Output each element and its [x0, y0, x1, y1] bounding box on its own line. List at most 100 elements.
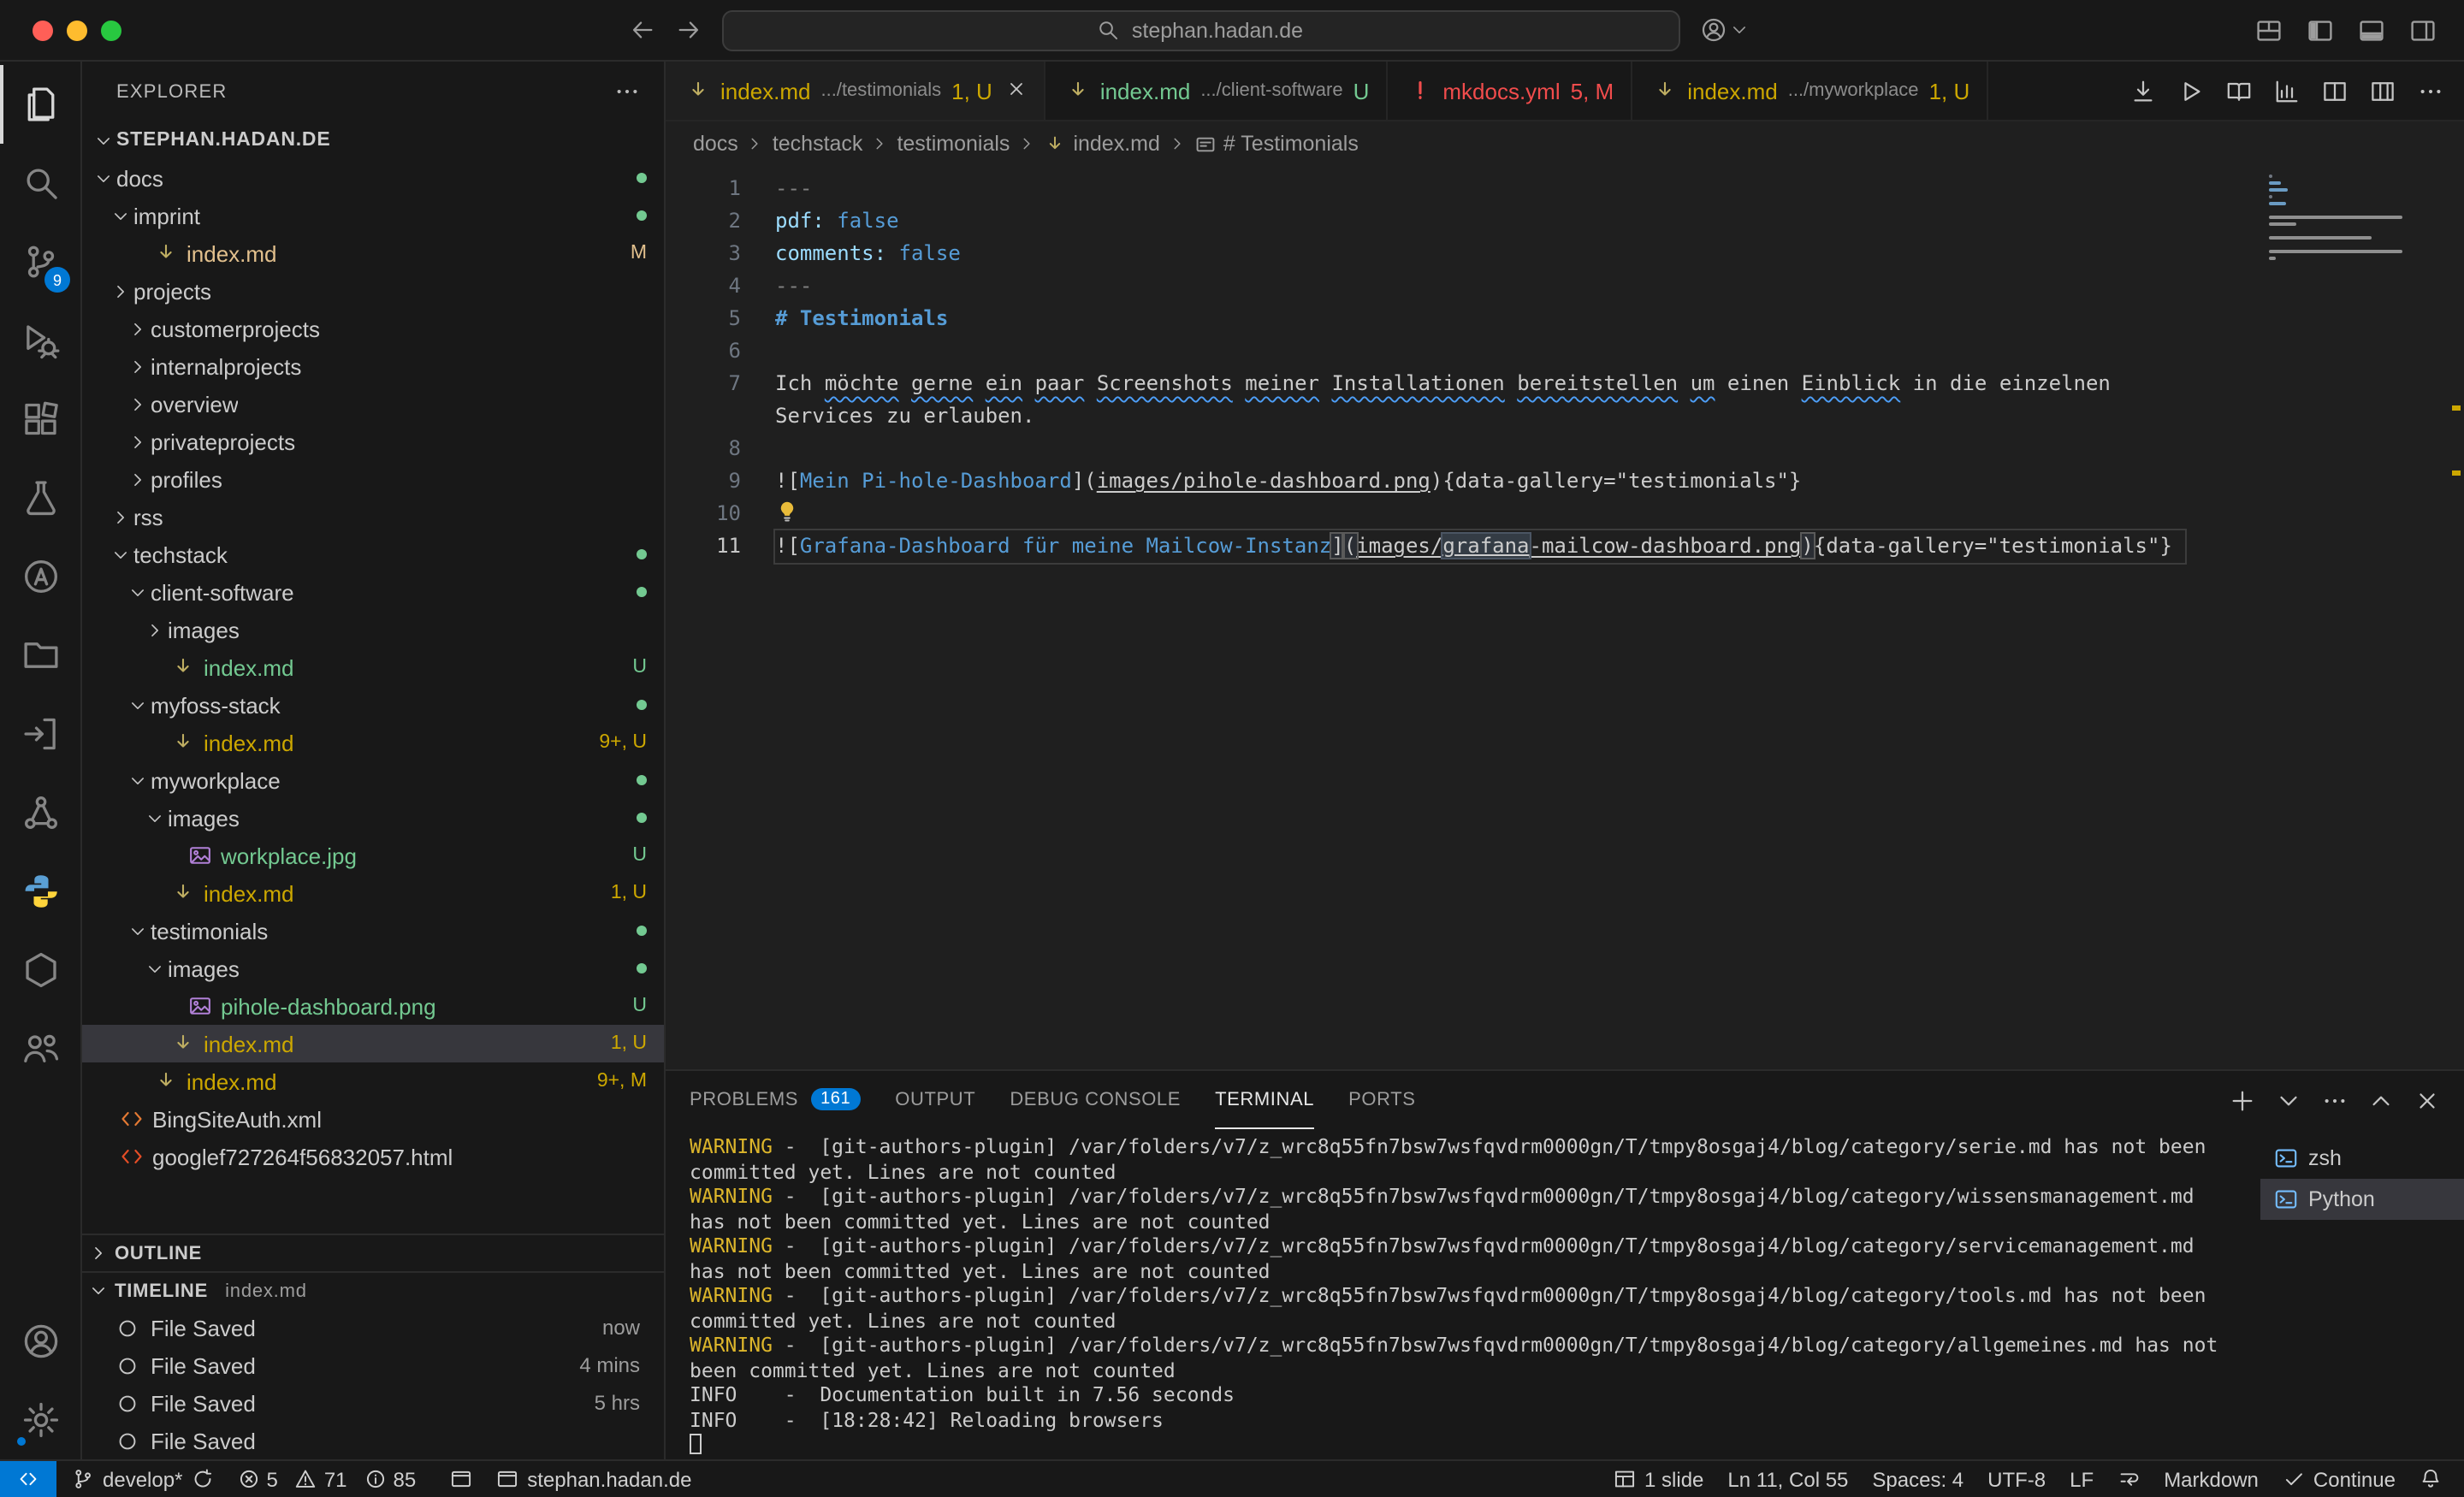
open-preview-icon[interactable]	[2226, 78, 2252, 104]
outline-section-header[interactable]: OUTLINE	[82, 1234, 664, 1271]
activity-item-remote-explorer[interactable]	[0, 695, 80, 773]
tab-mkdocs.yml[interactable]: mkdocs.yml5, M	[1388, 62, 1632, 120]
timeline-section-header[interactable]: TIMELINE index.md	[82, 1271, 664, 1309]
activity-item-testing[interactable]	[0, 459, 80, 537]
tree-item[interactable]: imprint	[82, 197, 664, 234]
status-cursor-position[interactable]: Ln 11, Col 55	[1715, 1461, 1860, 1497]
tree-item[interactable]: myfoss-stack	[82, 686, 664, 724]
status-encoding[interactable]: UTF-8	[1975, 1461, 2058, 1497]
status-problems-summary[interactable]: 57185	[225, 1461, 438, 1497]
code-line[interactable]: 6	[666, 335, 2255, 368]
code-line[interactable]: 8	[666, 433, 2255, 465]
maximize-panel-button[interactable]	[2368, 1087, 2394, 1113]
close-panel-button[interactable]	[2414, 1087, 2440, 1113]
tree-item[interactable]: internalprojects	[82, 347, 664, 385]
close-icon[interactable]	[1006, 78, 1027, 104]
tree-item[interactable]: testimonials	[82, 912, 664, 950]
tree-item[interactable]: googlef727264f56832057.html	[82, 1138, 664, 1175]
status-editor-indicator[interactable]	[438, 1461, 484, 1497]
minimap[interactable]	[2255, 166, 2447, 1069]
code-area[interactable]: 1---2pdf: false3comments: false4---5# Te…	[666, 166, 2255, 1069]
tree-item[interactable]: images	[82, 611, 664, 648]
customize-layout-icon[interactable]	[2255, 16, 2283, 44]
tree-item[interactable]: index.md1, U	[82, 1025, 664, 1062]
activity-item-python[interactable]	[0, 852, 80, 931]
status-remote-indicator[interactable]	[0, 1461, 56, 1497]
breadcrumb-item[interactable]: index.md	[1044, 132, 1159, 156]
breadcrumb-item[interactable]: # Testimonials	[1194, 132, 1359, 156]
profile-menu[interactable]	[1700, 17, 1748, 43]
tree-item[interactable]: index.mdU	[82, 648, 664, 686]
terminal-instance-zsh[interactable]: zsh	[2260, 1138, 2464, 1179]
tree-item[interactable]: profiles	[82, 460, 664, 498]
more-actions-icon[interactable]	[614, 79, 640, 104]
activity-item-organization[interactable]	[0, 773, 80, 852]
lightbulb-icon[interactable]	[775, 500, 799, 524]
timeline-item[interactable]: File Saved	[82, 1422, 664, 1459]
status-language-mode[interactable]: Markdown	[2152, 1461, 2271, 1497]
activity-item-docker[interactable]	[0, 931, 80, 1009]
activity-item-search[interactable]	[0, 144, 80, 222]
more-actions-icon[interactable]	[2418, 78, 2443, 104]
activity-item-source-control[interactable]: 9	[0, 222, 80, 301]
activity-item-extensions[interactable]	[0, 380, 80, 459]
timeline-item[interactable]: File Saved4 mins	[82, 1346, 664, 1384]
tree-item[interactable]: myworkplace	[82, 761, 664, 799]
overview-ruler[interactable]	[2447, 166, 2464, 1069]
activity-item-run-and-debug[interactable]	[0, 301, 80, 380]
timeline-item[interactable]: File Saved5 hrs	[82, 1384, 664, 1422]
tree-item[interactable]: images	[82, 799, 664, 837]
status-word-wrap-indicator[interactable]	[2106, 1461, 2152, 1497]
tree-item[interactable]: index.md9+, M	[82, 1062, 664, 1100]
editor[interactable]: 1---2pdf: false3comments: false4---5# Te…	[666, 166, 2464, 1069]
breadcrumb-item[interactable]: techstack	[773, 132, 863, 156]
timeline-item[interactable]: File Savednow	[82, 1309, 664, 1346]
tree-item[interactable]: docs	[82, 159, 664, 197]
activity-item-accounts[interactable]	[0, 1302, 80, 1381]
more-actions-icon[interactable]	[2322, 1087, 2348, 1113]
breadcrumb-item[interactable]: docs	[693, 132, 738, 156]
panel-tab-problems[interactable]: PROBLEMS161	[690, 1071, 861, 1129]
panel-tab-terminal[interactable]: TERMINAL	[1215, 1071, 1314, 1129]
terminal-instance-python[interactable]: Python	[2260, 1179, 2464, 1220]
activity-item-settings[interactable]	[0, 1381, 80, 1459]
download-icon[interactable]	[2130, 78, 2156, 104]
back-button[interactable]	[629, 17, 654, 43]
tree-item[interactable]: index.mdM	[82, 234, 664, 272]
tree-item[interactable]: client-software	[82, 573, 664, 611]
code-line[interactable]: 11![Grafana-Dashboard für meine Mailcow-…	[666, 530, 2255, 563]
tab-index.md[interactable]: index.md.../client-softwareU	[1045, 62, 1389, 120]
code-line[interactable]: 1---	[666, 173, 2255, 205]
status-slides-indicator[interactable]: 1 slide	[1602, 1461, 1715, 1497]
code-line[interactable]: 9![Mein Pi-hole-Dashboard](images/pihole…	[666, 465, 2255, 498]
panel-tab-output[interactable]: OUTPUT	[895, 1071, 975, 1129]
tree-item[interactable]: projects	[82, 272, 664, 310]
columns-layout-icon[interactable]	[2370, 78, 2396, 104]
tree-item[interactable]: index.md9+, U	[82, 724, 664, 761]
run-icon[interactable]	[2178, 78, 2204, 104]
tree-item[interactable]: techstack	[82, 535, 664, 573]
tree-item[interactable]: workplace.jpgU	[82, 837, 664, 874]
toggle-secondary-sidebar-icon[interactable]	[2409, 16, 2437, 44]
graph-icon[interactable]	[2274, 78, 2300, 104]
breadcrumb-item[interactable]: testimonials	[897, 132, 1010, 156]
forward-button[interactable]	[675, 17, 701, 43]
tree-item-root[interactable]: STEPHAN.HADAN.DE	[82, 121, 664, 159]
command-center[interactable]: stephan.hadan.de	[721, 9, 1679, 50]
activity-item-explorer[interactable]	[0, 65, 80, 144]
status-git-branch[interactable]: develop*	[60, 1461, 225, 1497]
code-line[interactable]: 5# Testimonials	[666, 303, 2255, 335]
panel-tab-ports[interactable]: PORTS	[1348, 1071, 1415, 1129]
toggle-primary-sidebar-icon[interactable]	[2307, 16, 2334, 44]
toggle-panel-icon[interactable]	[2358, 16, 2385, 44]
tree-item[interactable]: overview	[82, 385, 664, 423]
code-line[interactable]: 7Ich möchte gerne ein paar Screenshots m…	[666, 368, 2255, 433]
minimize-window-button[interactable]	[67, 20, 87, 40]
activity-item-extension-a[interactable]	[0, 537, 80, 616]
tree-item[interactable]: customerprojects	[82, 310, 664, 347]
tree-item[interactable]: privateprojects	[82, 423, 664, 460]
code-line[interactable]: 4---	[666, 270, 2255, 303]
tree-item[interactable]: images	[82, 950, 664, 987]
close-window-button[interactable]	[33, 20, 53, 40]
tree-item[interactable]: pihole-dashboard.pngU	[82, 987, 664, 1025]
